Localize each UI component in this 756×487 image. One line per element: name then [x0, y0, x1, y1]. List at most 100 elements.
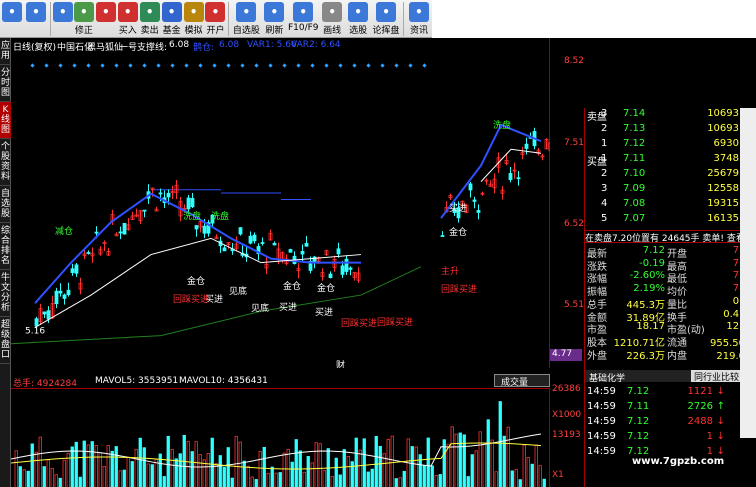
- volume-bar: [474, 450, 478, 487]
- candle-body: [62, 294, 67, 299]
- toolbar-button-13[interactable]: • 画线: [319, 0, 345, 37]
- chart-annotation: 金仓: [449, 226, 467, 238]
- volume-bar: [262, 446, 266, 487]
- volume-bar: [34, 451, 38, 487]
- tick-row: 14:59 7.12 1121 ↓: [585, 386, 756, 401]
- volume-bar: [218, 455, 222, 487]
- volume-bar: [366, 471, 370, 487]
- toolbar-button-3[interactable]: • 修正: [73, 0, 95, 37]
- chart-annotation: 洗盘: [183, 210, 201, 222]
- volume-bar: [322, 469, 326, 487]
- vtab-6[interactable]: 牛文分析: [0, 270, 11, 317]
- candle-body: [252, 234, 257, 242]
- toolbar-button-12[interactable]: • F10/F9: [287, 0, 319, 37]
- volume-bar: [530, 463, 534, 487]
- toolbar-button-7[interactable]: • 基金: [161, 0, 183, 37]
- toolbar-button-11[interactable]: • 刷新: [261, 0, 287, 37]
- vtab-4[interactable]: 自选股: [0, 186, 11, 223]
- stat-label: 内盘: [667, 350, 687, 362]
- vtab-5[interactable]: 综合排名: [0, 223, 11, 270]
- toolbar-button-0[interactable]: •: [0, 0, 24, 37]
- order-book-summary[interactable]: 在卖盘7.20位置有 24645手 卖单! 查看详细: [585, 230, 756, 243]
- level-label: 3: [601, 183, 608, 194]
- volume-panel[interactable]: [10, 388, 550, 487]
- toolbar-button-4[interactable]: •: [95, 0, 117, 37]
- vertical-tabs: 应用 分时图 K线图 个股资料 自选股 综合排名 牛文分析 超级盘口: [0, 38, 11, 487]
- toolbar-label: 买入: [118, 26, 137, 36]
- stat-row: 最新7.12开盘7.22: [585, 245, 756, 260]
- toolbar-label: F10/F9: [287, 23, 319, 33]
- candle-body: [194, 225, 199, 230]
- volume-axis-tick: X1000: [552, 410, 582, 420]
- vtab-7[interactable]: 超级盘口: [0, 317, 11, 364]
- volume-selector[interactable]: 成交量: [494, 374, 550, 388]
- toolbar-button-14[interactable]: • 选股: [345, 0, 371, 37]
- volume-bar: [294, 439, 298, 487]
- tick-time: 14:59: [587, 446, 616, 457]
- kline-chart-panel[interactable]: 日线(复权) 中国石化 黑马狐仙 一号支撑线: 6.08 鹊仓: 6.08 VA…: [11, 38, 550, 368]
- candle-body: [340, 265, 345, 275]
- volume-bar: [30, 443, 34, 487]
- refresh-icon: •: [73, 2, 94, 22]
- signal-diamond: [282, 63, 287, 68]
- arrow-down-icon: ↓: [716, 431, 725, 442]
- candle-body: [468, 183, 473, 191]
- volume-bar: [266, 472, 270, 487]
- toolbar-button-10[interactable]: • 自选股: [231, 0, 261, 37]
- volume-bar: [166, 435, 170, 487]
- price-chart-canvas[interactable]: 减仓洗盘 洗盘金仓买进见底 金仓 金仓回踩买进见底 买进 买进回踩买进 回踩买进主升回踩买进…: [11, 38, 550, 368]
- order-volume: 6930: [713, 138, 739, 149]
- tab-basic-chem[interactable]: 基础化学: [589, 371, 625, 384]
- volume-bar: [222, 466, 226, 487]
- volume-bar: [198, 454, 202, 487]
- vtab-1[interactable]: 分时图: [0, 65, 11, 102]
- order-price: 7.09: [623, 183, 646, 194]
- vtab-0[interactable]: 应用: [0, 38, 11, 65]
- signal-diamond: [352, 63, 357, 68]
- vtab-2[interactable]: K线图: [0, 102, 11, 139]
- toolbar-button-9[interactable]: • 开户: [205, 0, 227, 37]
- order-price: 7.14: [623, 108, 646, 119]
- volume-bar: [270, 466, 274, 487]
- toolbar-button-5[interactable]: • 买入: [117, 0, 139, 37]
- signal-diamond: [226, 63, 231, 68]
- refresh-list-icon: •: [264, 2, 285, 22]
- volume-bar: [506, 426, 510, 487]
- toolbar-button-16[interactable]: • 资讯: [406, 0, 432, 37]
- low-marker-label: 5.16: [25, 327, 45, 337]
- signal-diamond: [156, 63, 161, 68]
- fund-icon: •: [161, 2, 182, 22]
- volume-bar: [306, 456, 310, 487]
- volume-bar: [46, 459, 50, 487]
- chart-annotation: 洗盘: [211, 210, 229, 222]
- toolbar-button-6[interactable]: • 卖出: [139, 0, 161, 37]
- candle-body: [348, 267, 353, 270]
- volume-bar: [490, 439, 494, 487]
- toolbar-label: 选股: [349, 26, 368, 36]
- order-volume: 12558: [707, 183, 739, 194]
- toolbar-button-15[interactable]: • 论挥盘: [371, 0, 401, 37]
- vtab-3[interactable]: 个股资料: [0, 139, 11, 186]
- volume-bar: [446, 443, 450, 487]
- volume-bar: [38, 436, 42, 487]
- candle-body: [476, 210, 481, 213]
- toolbar-label: 模拟: [184, 26, 203, 36]
- chart-annotation: 回踩买进: [173, 294, 209, 305]
- volume-bar: [286, 448, 290, 487]
- volume-bar: [538, 465, 542, 487]
- chart-annotation: 洗盘: [493, 119, 511, 131]
- stat-row: 振幅2.19%均价7.11: [585, 283, 756, 298]
- signal-diamond: [30, 63, 35, 68]
- order-book-row: 2 7.10 25679: [585, 168, 756, 183]
- signal-diamond: [212, 63, 217, 68]
- low-price-label: 4.77: [550, 349, 582, 361]
- level-label: 1: [601, 138, 608, 149]
- order-book-row: 卖盘 3 7.14 10693: [585, 108, 756, 123]
- order-price: 7.07: [623, 213, 646, 224]
- toolbar-button-1[interactable]: •: [24, 0, 48, 37]
- signal-diamond: [310, 63, 315, 68]
- pen-icon: •: [322, 2, 343, 22]
- toolbar-button-2[interactable]: •: [52, 0, 73, 37]
- f10-icon: •: [293, 2, 314, 22]
- toolbar-button-8[interactable]: • 模拟: [183, 0, 205, 37]
